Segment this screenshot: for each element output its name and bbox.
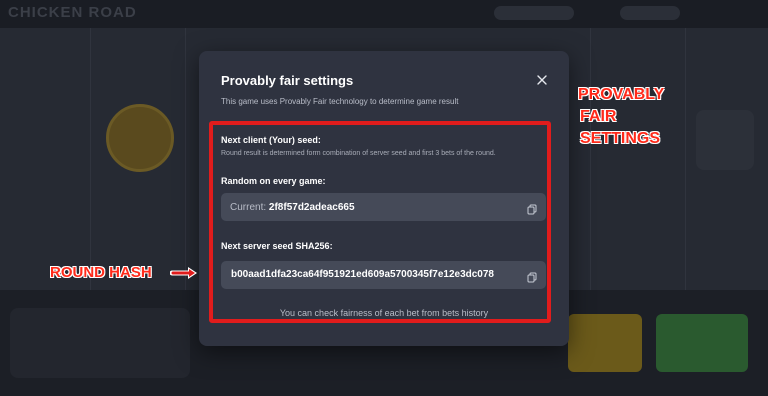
cashout-button (568, 314, 642, 372)
provably-fair-annotation: PROVABLY FAIR SETTINGS (578, 84, 718, 150)
lane-divider (185, 28, 186, 290)
modal-title: Provably fair settings (221, 73, 354, 88)
annotation-line: PROVABLY (578, 86, 665, 103)
close-icon[interactable] (534, 72, 550, 88)
lane-divider (90, 28, 91, 290)
round-hash-annotation: ROUND HASH (50, 264, 152, 281)
lane-divider (590, 28, 591, 290)
highlight-box (209, 121, 551, 323)
annotation-line: SETTINGS (580, 130, 661, 147)
annotation-line: FAIR (580, 108, 617, 125)
lane-divider (685, 28, 686, 290)
bet-panel (10, 308, 190, 378)
arrow-right-icon (170, 267, 197, 279)
menu-pill (620, 6, 680, 20)
go-button (656, 314, 748, 372)
coin-icon (106, 104, 174, 172)
game-logo: CHICKEN ROAD (8, 4, 137, 21)
modal-subtitle: This game uses Provably Fair technology … (221, 97, 459, 106)
balance-pill (494, 6, 574, 20)
